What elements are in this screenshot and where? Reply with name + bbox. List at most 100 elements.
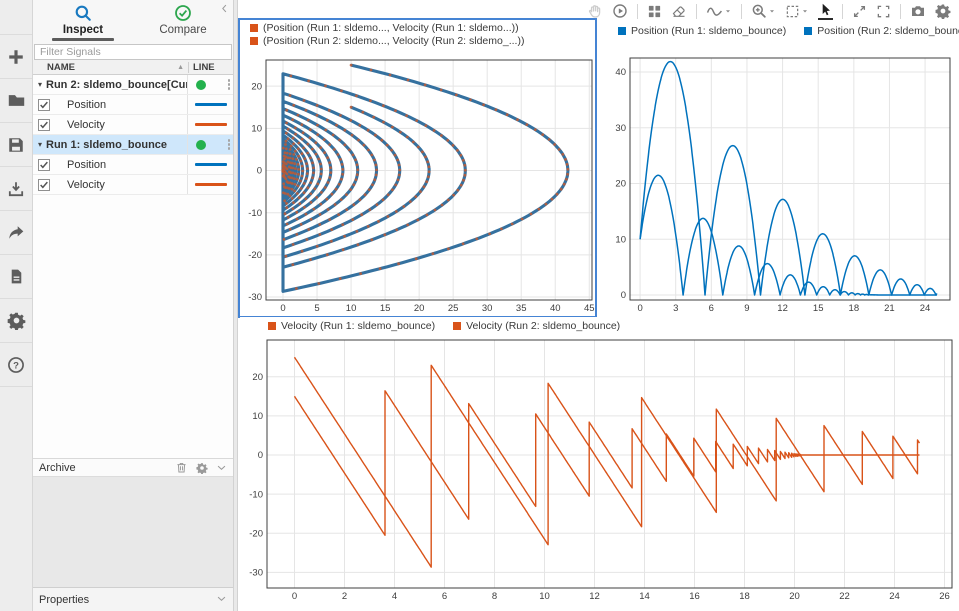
signal-row-position-run2[interactable]: Position xyxy=(33,95,233,115)
layout-button[interactable] xyxy=(647,4,662,19)
tab-compare[interactable]: Compare xyxy=(133,0,233,42)
fullscreen-button[interactable] xyxy=(876,4,891,19)
check-circle-icon xyxy=(174,4,192,22)
preferences-button[interactable] xyxy=(0,299,32,343)
zoom-in-button[interactable] xyxy=(751,3,776,19)
run-status-dot xyxy=(196,140,206,150)
legend-marker xyxy=(618,27,626,35)
line-style-swatch[interactable] xyxy=(195,103,227,106)
svg-text:5: 5 xyxy=(314,303,319,314)
svg-text:6: 6 xyxy=(442,591,447,602)
run-options-menu[interactable] xyxy=(228,79,231,90)
expand-triangle-icon[interactable]: ▾ xyxy=(38,80,42,89)
plot-settings-button[interactable] xyxy=(935,3,951,19)
svg-text:6: 6 xyxy=(709,303,714,314)
signal-row-velocity-run1[interactable]: Velocity xyxy=(33,175,233,195)
legend-entry: Velocity (Run 1: sldemo_bounce) xyxy=(268,320,435,332)
floppy-disk-icon xyxy=(7,136,25,154)
svg-text:-10: -10 xyxy=(248,208,262,219)
add-button[interactable] xyxy=(0,34,32,79)
svg-text:10: 10 xyxy=(346,303,357,314)
table-header: NAME ▲ LINE xyxy=(33,60,233,75)
svg-text:24: 24 xyxy=(920,303,931,314)
run-row-run1[interactable]: ▾ Run 1: sldemo_bounce xyxy=(33,135,233,155)
svg-text:-20: -20 xyxy=(249,528,263,539)
line-style-swatch[interactable] xyxy=(195,123,227,126)
trash-icon[interactable] xyxy=(175,461,188,474)
checkmark-icon xyxy=(39,120,49,130)
signal-label: Velocity xyxy=(67,119,105,131)
expand-triangle-icon[interactable]: ▾ xyxy=(38,140,42,149)
save-button[interactable] xyxy=(0,123,32,167)
open-button[interactable] xyxy=(0,79,32,123)
fit-to-view-button[interactable] xyxy=(785,4,809,19)
svg-text:45: 45 xyxy=(584,303,595,314)
svg-text:26: 26 xyxy=(939,591,950,602)
svg-text:-30: -30 xyxy=(249,568,263,579)
tab-inspect-label: Inspect xyxy=(63,24,103,36)
properties-header[interactable]: Properties xyxy=(33,587,233,611)
snapshot-button[interactable] xyxy=(910,3,926,19)
toolbar-separator xyxy=(637,4,638,19)
line-style-swatch[interactable] xyxy=(195,163,227,166)
subplot-position-vs-time[interactable]: Position (Run 1: sldemo_bounce) Position… xyxy=(600,18,959,318)
gear-icon xyxy=(935,3,951,19)
legend-entry: (Position (Run 2: sldemo..., Velocity (R… xyxy=(250,35,524,47)
signal-label: Position xyxy=(67,159,106,171)
phase-plot-canvas[interactable]: 051015202530354045-30-20-1001020 xyxy=(240,20,595,316)
fullscreen-brackets-icon xyxy=(876,4,891,19)
velocity-checkbox[interactable] xyxy=(38,119,50,131)
data-cursors-button[interactable] xyxy=(706,3,732,20)
export-button[interactable] xyxy=(0,211,32,255)
open-in-figure-button[interactable] xyxy=(852,4,867,19)
legend-entry: Velocity (Run 2: sldemo_bounce) xyxy=(453,320,620,332)
help-button[interactable] xyxy=(0,343,32,387)
pointer-button[interactable] xyxy=(818,2,833,20)
simulation-data-inspector: Inspect Compare NAME ▲ LINE ▾ R xyxy=(0,0,959,611)
legend-label: (Position (Run 2: sldemo..., Velocity (R… xyxy=(263,35,524,47)
position-plot-canvas[interactable]: 03691215182124010203040 xyxy=(600,18,959,318)
subplot-phase-position-vs-velocity[interactable]: (Position (Run 1: sldemo..., Velocity (R… xyxy=(238,18,597,318)
run-options-menu[interactable] xyxy=(228,139,231,150)
svg-text:18: 18 xyxy=(739,591,750,602)
chevron-left-icon xyxy=(219,3,230,14)
velocity-checkbox[interactable] xyxy=(38,179,50,191)
tab-compare-label: Compare xyxy=(159,24,206,36)
expand-arrows-icon xyxy=(852,4,867,19)
legend-marker xyxy=(250,24,258,32)
panel-tabs: Inspect Compare xyxy=(33,0,233,42)
pan-button[interactable] xyxy=(587,3,603,19)
run-row-run2[interactable]: ▾ Run 2: sldemo_bounce[Current] xyxy=(33,75,233,95)
legend-label: Position (Run 1: sldemo_bounce) xyxy=(631,25,786,37)
zoom-in-icon xyxy=(751,3,767,19)
svg-text:35: 35 xyxy=(516,303,527,314)
replay-button[interactable] xyxy=(612,3,628,19)
tab-inspect[interactable]: Inspect xyxy=(33,0,133,42)
create-report-button[interactable] xyxy=(0,255,32,299)
svg-text:10: 10 xyxy=(252,411,263,422)
svg-text:-10: -10 xyxy=(249,489,263,500)
signal-row-position-run1[interactable]: Position xyxy=(33,155,233,175)
plot-area: (Position (Run 1: sldemo..., Velocity (R… xyxy=(238,0,959,611)
plot-legend: (Position (Run 1: sldemo..., Velocity (R… xyxy=(250,22,524,47)
legend-marker xyxy=(268,322,276,330)
chevron-down-icon[interactable] xyxy=(216,462,227,473)
filter-signals-input[interactable] xyxy=(34,44,232,60)
svg-text:40: 40 xyxy=(550,303,561,314)
archive-header[interactable]: Archive xyxy=(33,458,233,477)
import-button[interactable] xyxy=(0,167,32,211)
collapse-panel-button[interactable] xyxy=(219,1,230,19)
subplot-velocity-vs-time[interactable]: Velocity (Run 1: sldemo_bounce) Velocity… xyxy=(240,317,959,611)
column-header-name[interactable]: NAME ▲ xyxy=(33,62,188,73)
clear-plots-button[interactable] xyxy=(671,3,687,19)
velocity-plot-canvas[interactable]: 02468101214161820222426-30-20-1001020 xyxy=(240,317,959,611)
svg-text:3: 3 xyxy=(673,303,678,314)
position-checkbox[interactable] xyxy=(38,99,50,111)
column-header-line[interactable]: LINE xyxy=(188,62,233,73)
position-checkbox[interactable] xyxy=(38,159,50,171)
line-style-swatch[interactable] xyxy=(195,183,227,186)
svg-text:20: 20 xyxy=(615,179,626,190)
legend-entry: Position (Run 1: sldemo_bounce) xyxy=(618,25,786,37)
gear-icon[interactable] xyxy=(196,462,208,474)
signal-row-velocity-run2[interactable]: Velocity xyxy=(33,115,233,135)
